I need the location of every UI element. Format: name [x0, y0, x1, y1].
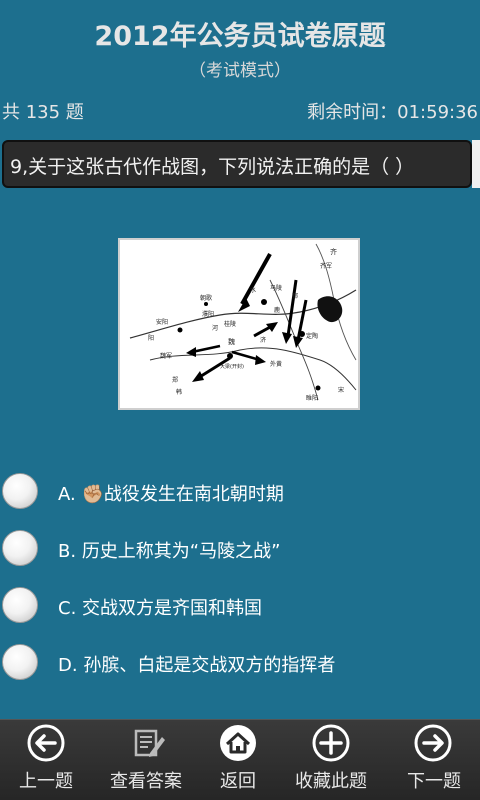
page-title: 2012年公务员试卷原题	[94, 21, 386, 52]
home-icon	[220, 725, 256, 761]
map-label: 河	[212, 324, 218, 332]
option-a-radio[interactable]	[2, 473, 38, 509]
map-label: 马陵	[270, 284, 282, 292]
option-b-label: B. 历史上称其为“马陵之战”	[58, 541, 281, 562]
option-b[interactable]: B. 历史上称其为“马陵之战”	[0, 528, 480, 568]
map-label: 郑	[172, 376, 178, 384]
next-question-label: 下一题	[407, 771, 461, 792]
page-subtitle: （考试模式）	[189, 61, 291, 81]
option-c-label: C. 交战双方是齐国和韩国	[58, 598, 263, 619]
back-label: 返回	[220, 771, 256, 792]
view-answer-button[interactable]: 查看答案	[100, 720, 192, 800]
battle-map-drawing: 齐 齐军 马陵 鄄 水 朝歌 濮阳 鹿 桂陵 安阳 魏 济 定陶 大梁(开封) …	[129, 243, 357, 402]
edit-note-icon	[134, 729, 165, 757]
map-label: 阳	[148, 334, 154, 342]
map-label: 鄄	[292, 292, 298, 300]
back-button[interactable]: 返回	[200, 720, 276, 800]
map-label: 安阳	[156, 318, 168, 326]
map-label: 魏	[228, 337, 235, 346]
fist-emoji-icon: ✊🏼	[81, 484, 104, 505]
question-bar: 9,关于这张古代作战图，下列说法正确的是（ ）	[2, 140, 472, 188]
option-d-radio[interactable]	[2, 644, 38, 680]
map-label: 济	[260, 336, 266, 344]
next-question-button[interactable]: 下一题	[388, 720, 480, 800]
favorite-button[interactable]: 收藏此题	[285, 720, 377, 800]
map-label: 桂陵	[224, 320, 236, 328]
view-answer-label: 查看答案	[110, 771, 182, 792]
prev-question-button[interactable]: 上一题	[0, 720, 92, 800]
arrow-left-circle-icon	[27, 724, 65, 762]
option-a[interactable]: A. ✊🏼战役发生在南北朝时期	[0, 471, 480, 511]
question-text: 9,关于这张古代作战图，下列说法正确的是（ ）	[10, 156, 415, 178]
prev-question-label: 上一题	[19, 771, 73, 792]
bottom-toolbar: 上一题 查看答案 返回 收藏此题 下一题	[0, 719, 480, 800]
map-label: 外黄	[270, 360, 282, 368]
option-c[interactable]: C. 交战双方是齐国和韩国	[0, 585, 480, 625]
option-a-label: A. ✊🏼战役发生在南北朝时期	[58, 484, 284, 505]
option-c-radio[interactable]	[2, 587, 38, 623]
map-label: 濮阳	[202, 310, 214, 318]
question-bar-edge	[472, 140, 480, 188]
option-b-radio[interactable]	[2, 530, 38, 566]
map-label: 睢阳	[306, 394, 318, 402]
map-label: 齐军	[320, 262, 332, 270]
map-label: 朝歌	[200, 294, 212, 302]
map-label: 韩	[176, 388, 182, 396]
map-label: 宋	[338, 386, 344, 394]
question-count: 共 135 题	[2, 102, 84, 123]
arrow-right-circle-icon	[414, 724, 452, 762]
map-label: 鹿	[274, 306, 280, 314]
option-d-label: D. 孙膑、白起是交战双方的指挥者	[58, 655, 336, 676]
map-label: 水	[250, 286, 256, 294]
remaining-time: 剩余时间：01:59:36	[307, 102, 478, 123]
map-label: 定陶	[306, 332, 318, 340]
favorite-label: 收藏此题	[295, 771, 367, 792]
option-d[interactable]: D. 孙膑、白起是交战双方的指挥者	[0, 642, 480, 682]
map-label: 魏军	[160, 352, 172, 360]
map-label: 大梁(开封)	[220, 363, 244, 370]
plus-circle-icon	[312, 724, 350, 762]
battle-map-image: 齐 齐军 马陵 鄄 水 朝歌 濮阳 鹿 桂陵 安阳 魏 济 定陶 大梁(开封) …	[118, 238, 360, 410]
map-label: 齐	[330, 247, 337, 256]
